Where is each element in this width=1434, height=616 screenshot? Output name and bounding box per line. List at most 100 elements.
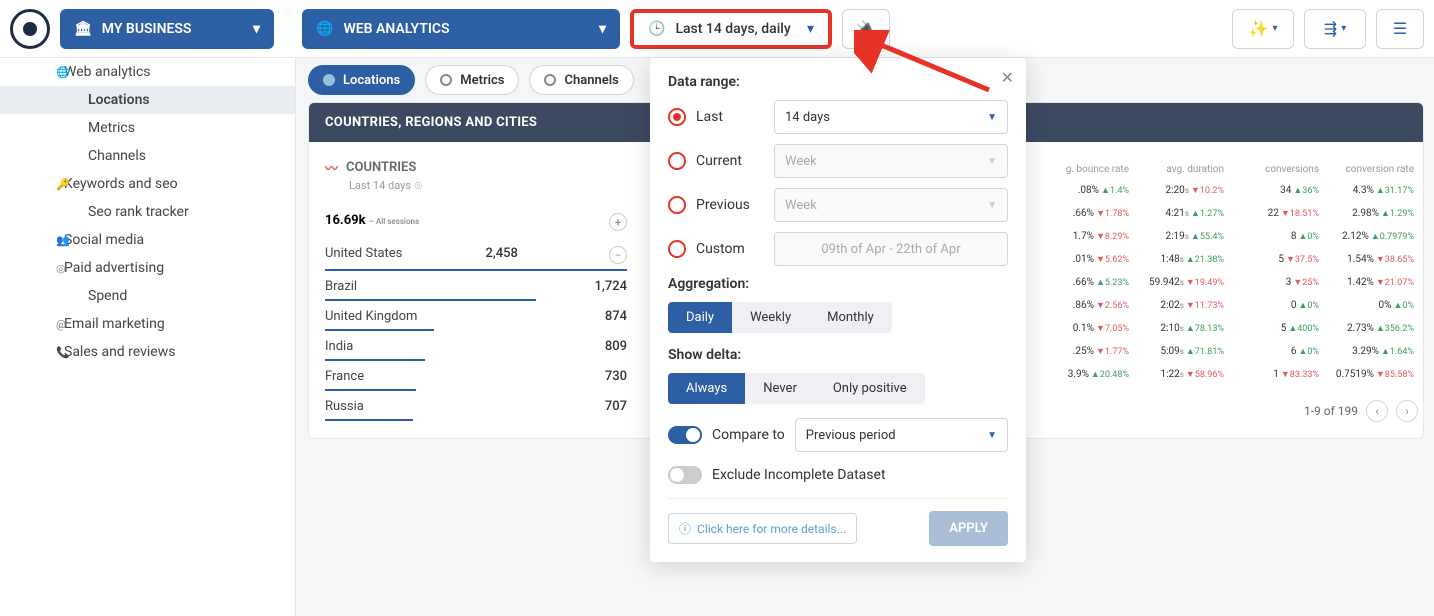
seg-only-positive[interactable]: Only positive (815, 373, 925, 404)
more-details-link[interactable]: ⓘClick here for more details... (668, 513, 857, 544)
previous-select: Week▼ (774, 188, 1008, 222)
nav-email-marketing[interactable]: @Email marketing (0, 310, 295, 338)
last-select[interactable]: 14 days▼ (774, 100, 1008, 134)
people-icon: 👥 (56, 234, 70, 247)
nav-spend[interactable]: Spend (0, 282, 295, 310)
radio-icon (668, 196, 686, 214)
country-row[interactable]: Brazil1,724 (325, 272, 627, 302)
period-label: Last 14 days ⊚ (349, 179, 627, 192)
country-row[interactable]: United Kingdom874 (325, 302, 627, 332)
theme-button[interactable]: ✨▾ (1232, 9, 1294, 49)
table-row: .66% ▲5.23% 59.942s ▼19.49% 3 ▼25% 1.42%… (1038, 271, 1418, 294)
compare-label: Compare to (712, 427, 785, 443)
nav-label: Paid advertising (64, 260, 164, 276)
nav-label: Spend (88, 288, 127, 304)
nav-web-analytics[interactable]: 🌐Web analytics (0, 58, 295, 86)
table-row: .86% ▼2.56% 2:02s ▼11.73% 0 ▲0% 0% ▲0% (1038, 294, 1418, 317)
next-page-button[interactable]: › (1396, 400, 1418, 422)
sidebar: ▦ Dashboards View all 🌐Web analytics Loc… (0, 58, 296, 616)
radio-previous[interactable]: Previous Week▼ (668, 188, 1008, 222)
nav-label: Web analytics (64, 64, 151, 80)
apply-button[interactable]: APPLY (929, 511, 1008, 546)
tab-label: Metrics (460, 73, 504, 88)
country-row[interactable]: France730 (325, 362, 627, 392)
share-icon: ⇶ (1324, 19, 1337, 38)
chevron-down-icon: ▾ (807, 21, 814, 37)
dot-icon (440, 74, 452, 86)
nav-seo-rank[interactable]: Seo rank tracker (0, 198, 295, 226)
at-icon: @ (56, 318, 66, 331)
compare-select[interactable]: Previous period▼ (795, 418, 1008, 452)
share-button[interactable]: ⇶▾ (1304, 9, 1366, 49)
target-icon: ◎ (56, 262, 66, 275)
delta-segment: Always Never Only positive (668, 373, 925, 404)
radio-icon (668, 108, 686, 126)
country-row[interactable]: India809 (325, 332, 627, 362)
chevron-down-icon: ▼ (987, 430, 997, 441)
nav-metrics[interactable]: Metrics (0, 114, 295, 142)
nav-label: Social media (64, 232, 144, 248)
collapse-button[interactable]: − (609, 246, 627, 264)
country-row[interactable]: Russia707 (325, 392, 627, 422)
radio-last[interactable]: Last 14 days▼ (668, 100, 1008, 134)
info-icon: ⓘ (679, 520, 691, 537)
page-info: 1-9 of 199 (1304, 404, 1358, 418)
nav-channels[interactable]: Channels (0, 142, 295, 170)
chevron-down-icon: ▾ (253, 21, 260, 37)
radio-label: Last (696, 109, 764, 125)
dot-icon (323, 74, 335, 86)
current-select: Week▼ (774, 144, 1008, 178)
date-range-selector[interactable]: 🕒 Last 14 days, daily ▾ (630, 9, 832, 49)
exclude-toggle[interactable] (668, 466, 702, 484)
seg-monthly[interactable]: Monthly (809, 302, 892, 333)
table-header: g. bounce rate avg. duration conversions… (1038, 160, 1418, 179)
chevron-down-icon: ▾ (1341, 23, 1346, 34)
nav-sales-reviews[interactable]: 📞Sales and reviews (0, 338, 295, 366)
nav-label: Keywords and seo (64, 176, 178, 192)
label: COUNTRIES (346, 160, 416, 175)
exclude-row: Exclude Incomplete Dataset (668, 466, 1008, 484)
radio-label: Custom (696, 241, 764, 257)
country-row[interactable]: United States2,458− (325, 239, 627, 272)
plug-icon: 🔌 (856, 19, 876, 38)
compare-toggle[interactable] (668, 426, 702, 444)
chevron-down-icon: ▼ (987, 200, 997, 211)
radio-current[interactable]: Current Week▼ (668, 144, 1008, 178)
nav-locations[interactable]: Locations (0, 86, 295, 114)
section-selector[interactable]: 🌐 WEB ANALYTICS ▾ (302, 9, 620, 49)
seg-never[interactable]: Never (745, 373, 815, 404)
nav-keywords-seo[interactable]: 🔑Keywords and seo (0, 170, 295, 198)
clock-icon: 🕒 (648, 21, 665, 37)
nav-label: Seo rank tracker (88, 204, 189, 220)
tab-metrics[interactable]: Metrics (425, 65, 519, 95)
nav-paid-advertising[interactable]: ◎Paid advertising (0, 254, 295, 282)
menu-button[interactable]: ☰ (1376, 9, 1424, 49)
nav-social-media[interactable]: 👥Social media (0, 226, 295, 254)
tab-channels[interactable]: Channels (529, 65, 633, 95)
business-label: MY BUSINESS (102, 21, 192, 37)
close-button[interactable]: ✕ (1001, 68, 1014, 87)
date-range-label: Last 14 days, daily (675, 21, 790, 37)
tab-locations[interactable]: Locations (308, 65, 415, 95)
nav-label: Locations (88, 92, 150, 108)
logo (10, 9, 50, 49)
business-selector[interactable]: 🏛 MY BUSINESS ▾ (60, 9, 274, 49)
key-icon: 🔑 (56, 178, 70, 191)
seg-weekly[interactable]: Weekly (732, 302, 809, 333)
dot-icon (544, 74, 556, 86)
plug-button[interactable]: 🔌 (842, 9, 890, 49)
seg-daily[interactable]: Daily (668, 302, 732, 333)
table-row: .25% ▼1.77% 5:09s ▲71.81% 6 ▲0% 3.29% ▲1… (1038, 340, 1418, 363)
radio-custom[interactable]: Custom 09th of Apr - 22th of Apr (668, 232, 1008, 266)
countries-title: 〰 COUNTRIES (325, 158, 627, 177)
seg-always[interactable]: Always (668, 373, 745, 404)
prev-page-button[interactable]: ‹ (1366, 400, 1388, 422)
globe-icon: 🌐 (56, 66, 70, 79)
radio-icon (668, 240, 686, 258)
tab-label: Locations (343, 73, 400, 88)
expand-button[interactable]: + (609, 213, 627, 231)
aggregation-label: Aggregation: (668, 276, 1008, 292)
sparkle-icon: ✨ (1249, 19, 1269, 38)
phone-icon: 📞 (56, 346, 70, 359)
data-range-label: Data range: (668, 74, 1008, 90)
